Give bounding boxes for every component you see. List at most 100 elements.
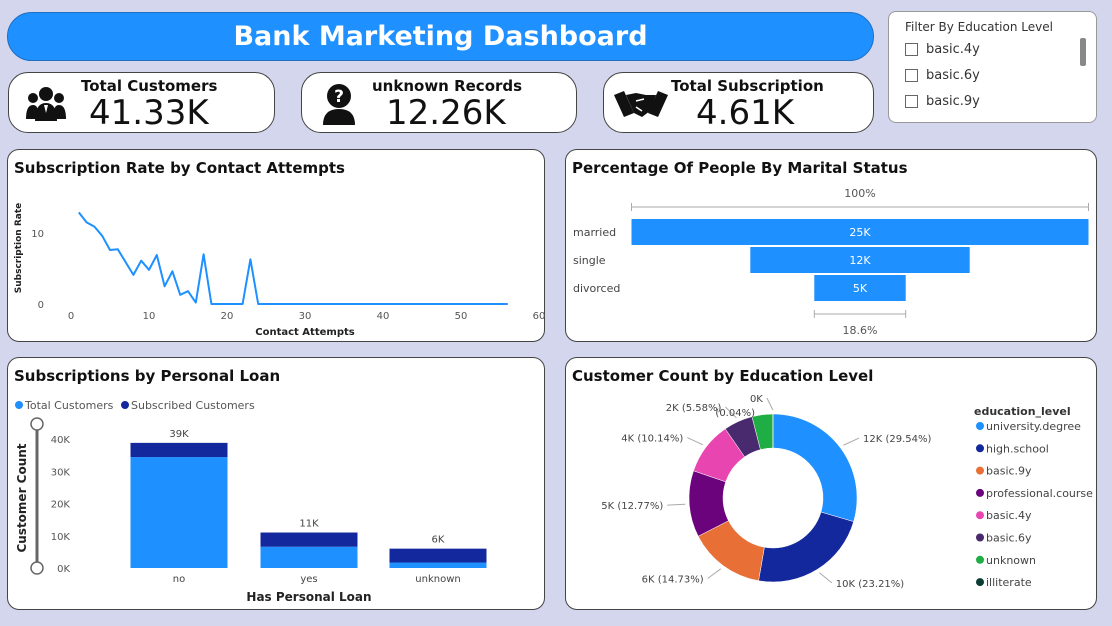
label-leader-line (707, 568, 722, 579)
checkbox[interactable] (905, 43, 918, 56)
x-tick-label: unknown (415, 574, 460, 585)
question-person-icon: ? (323, 84, 355, 125)
handshake-icon (614, 91, 668, 117)
legend-label: illiterate (986, 576, 1032, 589)
legend-marker (121, 401, 129, 409)
legend-label: university.degree (986, 420, 1081, 433)
legend-label: Subscribed Customers (131, 399, 255, 412)
x-tick-label: 0 (68, 311, 74, 322)
svg-text:?: ? (334, 87, 344, 107)
line-chart-panel: Subscription Rate by Contact Attempts 01… (7, 149, 545, 342)
legend-label: basic.6y (986, 532, 1032, 545)
filter-title: Filter By Education Level (905, 20, 1053, 34)
legend-marker (976, 422, 984, 430)
kpi-value: 4.61K (696, 93, 794, 133)
bar-chart-panel: Subscriptions by Personal Loan Total Cus… (7, 357, 545, 610)
legend-label: professional.course (986, 487, 1093, 500)
x-axis-label: Has Personal Loan (246, 590, 371, 604)
slice-data-label: 4K (10.14%) (621, 434, 683, 445)
bar-segment (130, 442, 228, 458)
funnel-bottom-label: 18.6% (843, 324, 878, 337)
legend-label: basic.4y (986, 509, 1032, 522)
marital-status-funnel-chart: 100% 25K married 12K single 5K divorced 18.6% (573, 187, 1089, 337)
legend-label: high.school (986, 442, 1049, 455)
donut-slice (758, 511, 854, 583)
legend-marker (15, 401, 23, 409)
bar-total-label: 6K (432, 535, 445, 546)
legend-marker (976, 444, 984, 453)
funnel-category-label: single (573, 254, 606, 267)
bar-total-label: 39K (169, 429, 189, 440)
funnel-data-label: 25K (849, 226, 871, 239)
slice-data-label: 6K (14.73%) (642, 574, 704, 585)
label-leader-line (843, 437, 860, 446)
range-slider-handle-bottom (30, 561, 44, 575)
series-line (78, 211, 508, 305)
checkbox[interactable] (905, 95, 918, 108)
legend-label: Total Customers (24, 399, 114, 412)
legend-marker (976, 511, 984, 520)
x-tick-label: no (173, 574, 185, 585)
funnel-top-label: 100% (844, 187, 875, 200)
checkbox[interactable] (905, 69, 918, 82)
funnel-category-label: married (573, 226, 616, 239)
legend-title: education_level (974, 405, 1071, 418)
funnel-chart-panel: Percentage Of People By Marital Status 1… (565, 149, 1097, 342)
donut-chart-panel: Customer Count by Education Level 12K (2… (565, 357, 1097, 610)
y-tick-label: 40K (51, 435, 71, 446)
bar-total-label: 11K (299, 519, 319, 530)
kpi-value: 12.26K (386, 93, 506, 133)
bar-segment (130, 457, 228, 568)
x-tick-label: 10 (143, 311, 156, 322)
donut-slice (772, 413, 858, 522)
y-tick-label: 20K (51, 500, 71, 511)
bar-segment (260, 546, 358, 568)
filter-option-label: basic.6y (926, 68, 980, 83)
filter-option-label: basic.9y (926, 94, 980, 109)
education-donut-chart: 12K (29.54%) 10K (23.21%) 6K (14.73%) 5K (1… (601, 394, 1093, 590)
personal-loan-stacked-bar-chart: Total Customers Subscribed Customers Custo… (15, 399, 487, 604)
filter-option-label: basic.4y (926, 42, 980, 57)
filter-option-basic-4y[interactable]: basic.4y (905, 42, 980, 57)
bar-segment (260, 532, 358, 547)
filter-scrollbar[interactable] (1080, 38, 1086, 66)
y-tick-label: 10K (51, 532, 71, 543)
kpi-unknown-records: ? unknown Records 12.26K (301, 72, 577, 133)
users-icon (26, 87, 66, 121)
slice-data-label: 0K (750, 394, 763, 405)
legend-marker (976, 578, 984, 587)
y-tick-label: 10 (31, 229, 44, 240)
slice-data-label: 12K (29.54%) (863, 434, 931, 445)
slice-data-label: 10K (23.21%) (836, 579, 904, 590)
legend-marker (976, 555, 984, 564)
y-axis-label: Customer Count (15, 443, 29, 552)
legend-label: unknown (986, 554, 1036, 567)
x-tick-label: 40 (377, 311, 390, 322)
funnel-category-label: divorced (573, 282, 620, 295)
bar-segment (389, 548, 487, 563)
label-leader-line (766, 397, 774, 411)
subscription-rate-line-chart: 0 10 20 30 40 50 60 0 10 Contact Attempts Subscrip… (14, 203, 546, 338)
funnel-data-label: 12K (849, 254, 871, 267)
filter-option-basic-6y[interactable]: basic.6y (905, 68, 980, 83)
x-tick-label: 30 (299, 311, 312, 322)
x-tick-label: 50 (455, 311, 468, 322)
slice-data-label: 2K (5.58%) (666, 403, 722, 414)
range-slider-handle-top (30, 417, 44, 431)
funnel-data-label: 5K (853, 282, 868, 295)
kpi-total-subscription: Total Subscription 4.61K (603, 72, 874, 133)
x-tick-label: 60 (533, 311, 546, 322)
education-filter-slicer: Filter By Education Level basic.4y basic… (888, 11, 1097, 123)
label-leader-line (667, 503, 686, 506)
legend-label: basic.9y (986, 465, 1032, 478)
y-tick-label: 30K (51, 467, 71, 478)
slice-data-label: (0.04%) (715, 408, 755, 419)
legend-marker (976, 533, 984, 542)
label-leader-line (819, 572, 833, 584)
kpi-total-customers: Total Customers 41.33K (8, 72, 275, 133)
filter-option-basic-9y[interactable]: basic.9y (905, 94, 980, 109)
legend-marker (976, 466, 984, 475)
legend-marker (976, 488, 984, 497)
y-tick-label: 0K (57, 564, 70, 575)
slice-data-label: 5K (12.77%) (601, 501, 663, 512)
